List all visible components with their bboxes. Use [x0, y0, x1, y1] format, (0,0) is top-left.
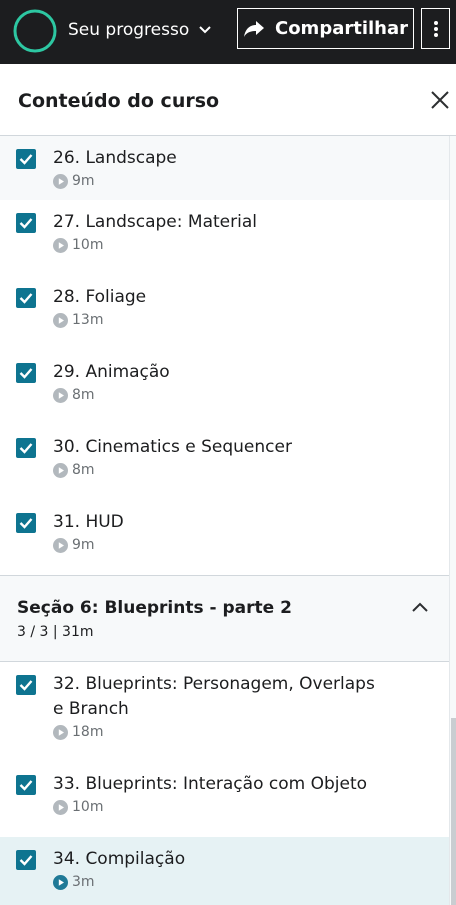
duration-text: 8m — [72, 387, 95, 403]
completed-checkbox[interactable] — [16, 213, 36, 233]
lecture-item[interactable]: 34. Compilação 3m — [0, 837, 449, 905]
play-icon — [53, 173, 68, 189]
lecture-list: Seção 6: Blueprints - parte 2 3 / 3 | 31… — [0, 136, 449, 905]
play-icon — [53, 387, 68, 403]
lecture-item[interactable]: 30. Cinematics e Sequencer 8m — [0, 425, 449, 500]
play-icon — [53, 724, 68, 740]
lecture-duration: 3m — [53, 874, 95, 890]
check-icon — [19, 154, 33, 165]
play-icon — [53, 799, 68, 815]
lecture-title: 28. Foliage — [53, 287, 147, 307]
top-bar: Seu progresso Compartilhar — [0, 0, 456, 64]
completed-checkbox[interactable] — [16, 775, 36, 795]
duration-text: 10m — [72, 237, 104, 253]
play-icon — [53, 462, 68, 478]
duration-text: 18m — [72, 724, 104, 740]
lecture-duration: 13m — [53, 312, 103, 328]
lecture-duration: 8m — [53, 462, 95, 478]
lecture-duration: 10m — [53, 237, 103, 253]
lecture-item[interactable]: 31. HUD 9m — [0, 500, 449, 575]
check-icon — [19, 855, 33, 866]
scrollbar-thumb[interactable] — [451, 718, 456, 905]
lecture-title: 33. Blueprints: Interação com Objeto — [53, 774, 368, 794]
panel-title: Conteúdo do curso — [18, 90, 220, 112]
more-options-button[interactable] — [421, 8, 450, 49]
section-meta: 3 / 3 | 31m — [17, 624, 94, 640]
lecture-title: 29. Animação — [53, 362, 170, 382]
scrollbar[interactable] — [449, 136, 456, 905]
more-vertical-icon — [433, 20, 438, 37]
duration-text: 9m — [72, 537, 95, 553]
lecture-title: 26. Landscape — [53, 148, 177, 168]
chevron-down-icon — [199, 26, 211, 34]
lecture-item[interactable]: 32. Blueprints: Personagem, Overlaps e B… — [0, 662, 449, 762]
lecture-title: 34. Compilação — [53, 849, 186, 869]
lecture-duration: 9m — [53, 173, 95, 189]
duration-text: 13m — [72, 312, 104, 328]
play-icon — [53, 537, 68, 553]
lecture-duration: 9m — [53, 537, 95, 553]
completed-checkbox[interactable] — [16, 675, 36, 695]
section-title: Seção 6: Blueprints - parte 2 — [17, 598, 292, 618]
progress-ring-icon[interactable] — [12, 8, 58, 54]
share-button[interactable]: Compartilhar — [237, 8, 414, 49]
lecture-title: 32. Blueprints: Personagem, Overlaps e B… — [53, 674, 375, 719]
lecture-title: 30. Cinematics e Sequencer — [53, 437, 292, 457]
duration-text: 3m — [72, 874, 95, 890]
completed-checkbox[interactable] — [16, 288, 36, 308]
check-icon — [19, 368, 33, 379]
check-icon — [19, 218, 33, 229]
check-icon — [19, 293, 33, 304]
lecture-title: 27. Landscape: Material — [53, 212, 257, 232]
lecture-item[interactable]: 27. Landscape: Material 10m — [0, 200, 449, 275]
lecture-item[interactable]: 26. Landscape 9m — [0, 136, 449, 200]
play-icon — [53, 237, 68, 253]
check-icon — [19, 780, 33, 791]
lecture-duration: 18m — [53, 724, 103, 740]
progress-label: Seu progresso — [68, 20, 190, 40]
play-icon — [53, 874, 68, 890]
completed-checkbox[interactable] — [16, 363, 36, 383]
lecture-item[interactable]: 28. Foliage 13m — [0, 275, 449, 350]
progress-dropdown[interactable]: Seu progresso — [68, 20, 211, 40]
completed-checkbox[interactable] — [16, 149, 36, 169]
lecture-item[interactable]: 29. Animação 8m — [0, 350, 449, 425]
section-header[interactable]: Seção 6: Blueprints - parte 2 3 / 3 | 31… — [0, 575, 449, 662]
play-icon — [53, 312, 68, 328]
check-icon — [19, 680, 33, 691]
lecture-duration: 10m — [53, 799, 103, 815]
completed-checkbox[interactable] — [16, 438, 36, 458]
check-icon — [19, 518, 33, 529]
course-content-header: Conteúdo do curso — [0, 64, 456, 136]
check-icon — [19, 443, 33, 454]
duration-text: 8m — [72, 462, 95, 478]
completed-checkbox[interactable] — [16, 513, 36, 533]
duration-text: 10m — [72, 799, 104, 815]
completed-checkbox[interactable] — [16, 850, 36, 870]
lecture-item[interactable]: 33. Blueprints: Interação com Objeto 10m — [0, 762, 449, 837]
close-icon[interactable] — [430, 90, 450, 110]
lecture-duration: 8m — [53, 387, 95, 403]
duration-text: 9m — [72, 173, 95, 189]
share-icon — [243, 20, 264, 37]
chevron-up-icon[interactable] — [411, 601, 429, 613]
share-button-label: Compartilhar — [274, 18, 409, 39]
lecture-title: 31. HUD — [53, 512, 124, 532]
